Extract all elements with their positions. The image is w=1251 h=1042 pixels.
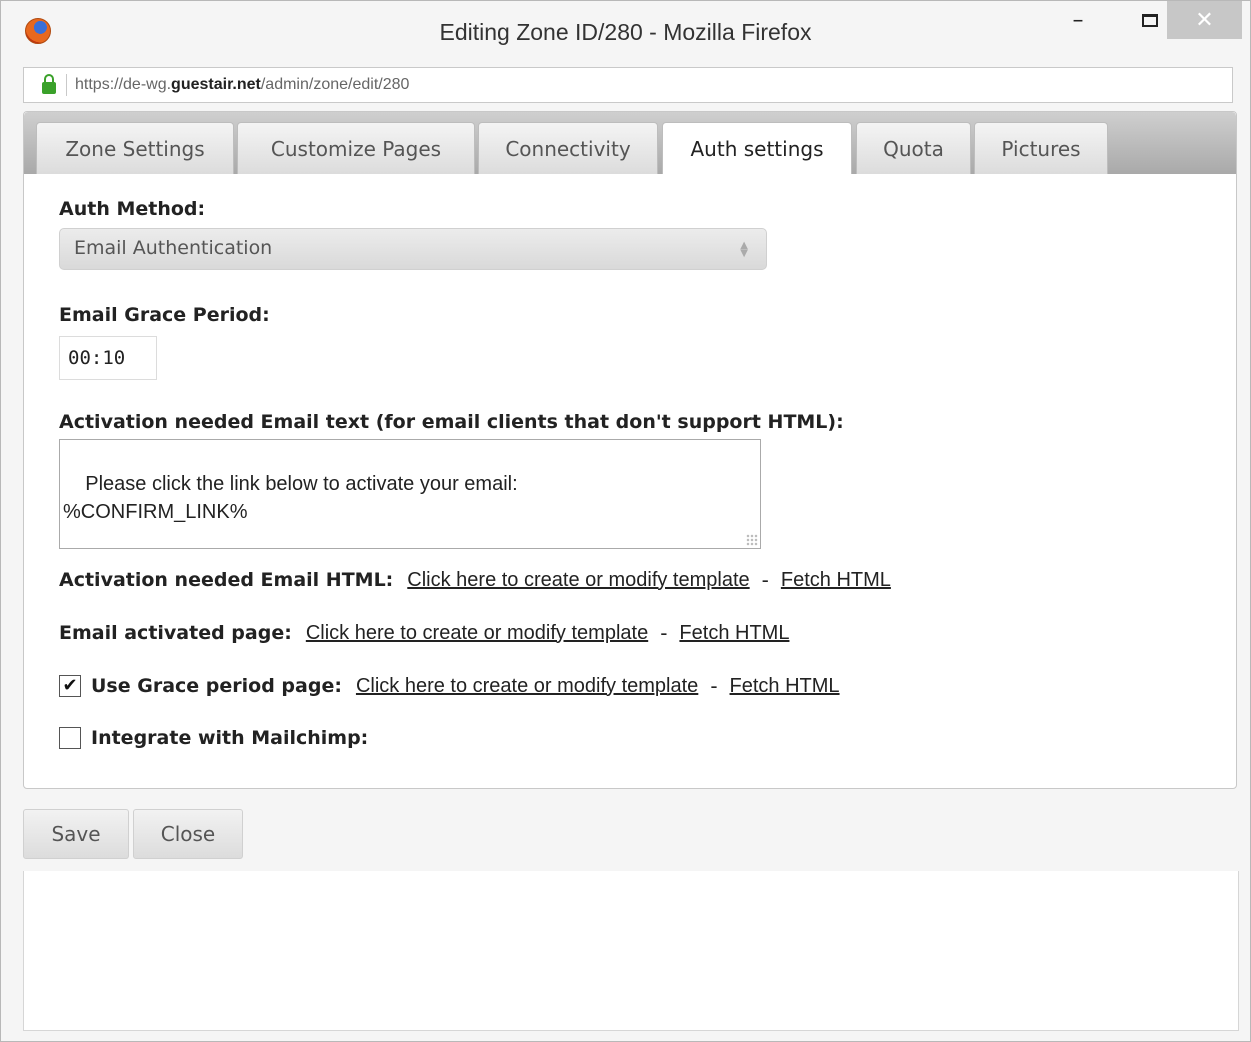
maximize-button[interactable] xyxy=(1133,1,1167,39)
grace-period-input[interactable]: 00:10 xyxy=(59,336,157,380)
close-button[interactable]: Close xyxy=(133,809,243,859)
activation-text-value: Please click the link below to activate … xyxy=(63,473,518,523)
auth-method-select[interactable]: Email Authentication ▲ ▼ xyxy=(59,228,767,270)
address-separator xyxy=(66,74,67,96)
tab-zone-settings[interactable]: Zone Settings xyxy=(36,122,234,174)
mailchimp-row: Integrate with Mailchimp: xyxy=(59,727,368,749)
select-arrows-icon: ▲ ▼ xyxy=(740,240,748,259)
check-icon: ✔ xyxy=(62,675,78,696)
activation-text-label: Activation needed Email text (for email … xyxy=(59,411,844,433)
grace-page-fetch-link[interactable]: Fetch HTML xyxy=(730,675,840,698)
minimize-button[interactable]: – xyxy=(1061,1,1095,39)
grace-page-template-link[interactable]: Click here to create or modify template xyxy=(356,675,698,698)
mailchimp-checkbox[interactable] xyxy=(59,727,81,749)
tab-pictures[interactable]: Pictures xyxy=(974,122,1108,174)
url-path: /admin/zone/edit/280 xyxy=(260,76,410,93)
tab-auth-settings[interactable]: Auth settings xyxy=(662,122,852,174)
activation-html-label: Activation needed Email HTML: xyxy=(59,569,394,591)
url-text: https://de-wg.guestair.net/admin/zone/ed… xyxy=(75,76,409,94)
browser-window: Editing Zone ID/280 - Mozilla Firefox – … xyxy=(0,0,1251,1042)
auth-method-value: Email Authentication xyxy=(74,237,273,259)
save-button[interactable]: Save xyxy=(23,809,129,859)
grace-page-label: Use Grace period page: xyxy=(91,675,342,697)
maximize-icon xyxy=(1142,13,1158,27)
activation-html-fetch-link[interactable]: Fetch HTML xyxy=(781,569,891,592)
activated-page-fetch-link[interactable]: Fetch HTML xyxy=(679,622,789,645)
empty-content-area xyxy=(23,871,1239,1031)
activated-page-label: Email activated page: xyxy=(59,622,292,644)
grace-period-label: Email Grace Period: xyxy=(59,304,270,326)
url-domain: guestair.net xyxy=(171,76,261,93)
activated-page-row: Email activated page: Click here to crea… xyxy=(59,621,789,645)
url-prefix: https://de-wg. xyxy=(75,76,172,93)
tab-connectivity[interactable]: Connectivity xyxy=(478,122,658,174)
close-window-button[interactable]: ✕ xyxy=(1167,1,1242,39)
tab-quota[interactable]: Quota xyxy=(856,122,971,174)
grace-page-row: ✔ Use Grace period page: Click here to c… xyxy=(59,674,840,698)
activated-page-template-link[interactable]: Click here to create or modify template xyxy=(306,622,648,645)
activation-text-textarea[interactable]: Please click the link below to activate … xyxy=(59,439,761,549)
tab-customize-pages[interactable]: Customize Pages xyxy=(237,122,475,174)
activation-html-template-link[interactable]: Click here to create or modify template xyxy=(407,569,749,592)
tab-bar: Zone Settings Customize Pages Connectivi… xyxy=(24,112,1236,174)
title-bar: Editing Zone ID/280 - Mozilla Firefox – … xyxy=(1,1,1250,63)
grace-page-checkbox[interactable]: ✔ xyxy=(59,675,81,697)
auth-method-label: Auth Method: xyxy=(59,198,206,220)
activation-html-row: Activation needed Email HTML: Click here… xyxy=(59,568,891,592)
resize-grip-icon[interactable] xyxy=(746,534,758,546)
address-bar[interactable]: https://de-wg.guestair.net/admin/zone/ed… xyxy=(23,67,1233,103)
link-separator: - xyxy=(761,568,769,592)
lock-icon xyxy=(42,73,56,94)
link-separator: - xyxy=(660,621,668,645)
link-separator: - xyxy=(710,674,718,698)
mailchimp-label: Integrate with Mailchimp: xyxy=(91,727,369,749)
